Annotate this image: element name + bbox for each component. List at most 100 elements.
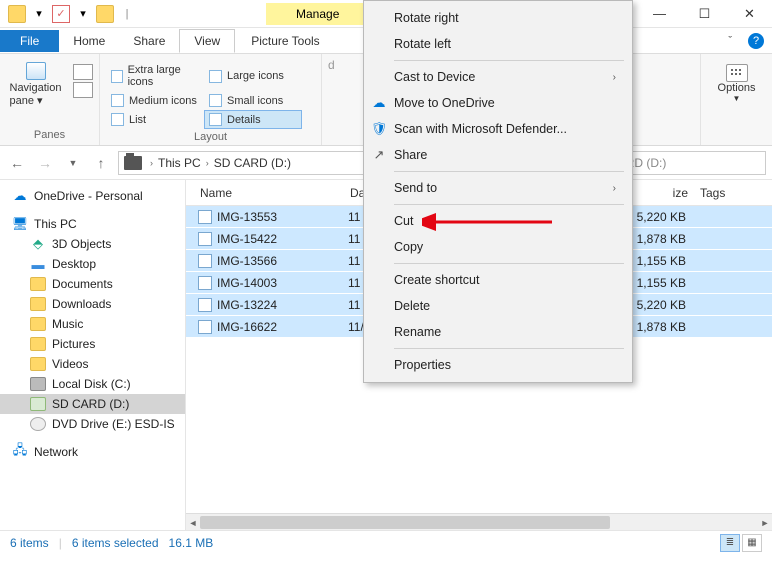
tab-home[interactable]: Home xyxy=(59,30,119,52)
column-name[interactable]: Name xyxy=(194,186,344,200)
preview-pane-icon[interactable] xyxy=(73,64,93,80)
help-icon[interactable]: ? xyxy=(748,33,764,49)
share-icon: ↗ xyxy=(370,146,388,164)
ctx-separator xyxy=(394,204,624,205)
maximize-button[interactable]: ☐ xyxy=(682,0,727,28)
pictures-icon xyxy=(30,337,46,351)
horizontal-scrollbar[interactable]: ◄ ► xyxy=(186,513,772,530)
status-size: 16.1 MB xyxy=(169,536,214,550)
image-file-icon xyxy=(198,254,212,268)
tree-3d-objects[interactable]: ⬘3D Objects xyxy=(0,234,185,254)
music-icon xyxy=(30,317,46,331)
tree-this-pc[interactable]: 🖥This PC xyxy=(0,214,185,234)
view-small-icons[interactable]: Small icons xyxy=(204,91,302,110)
xl-icons-icon xyxy=(111,70,123,83)
group-layout-label: Layout xyxy=(106,129,315,143)
tab-file[interactable]: File xyxy=(0,30,59,52)
view-xlarge-icons[interactable]: Extra large icons xyxy=(106,61,204,91)
tree-dvd-drive[interactable]: DVD Drive (E:) ESD-IS xyxy=(0,414,185,434)
scroll-right-icon[interactable]: ► xyxy=(758,514,772,530)
tree-sd-card[interactable]: SD CARD (D:) xyxy=(0,394,185,414)
scroll-thumb[interactable] xyxy=(200,516,610,529)
qat-dropdown-icon[interactable]: ▾ xyxy=(74,5,92,23)
qat-dropdown-icon[interactable]: ▾ xyxy=(30,5,48,23)
group-panes-label: Panes xyxy=(6,127,93,141)
tab-picture-tools[interactable]: Picture Tools xyxy=(237,30,333,52)
md-icons-icon xyxy=(111,94,124,107)
image-file-icon xyxy=(198,232,212,246)
tab-share[interactable]: Share xyxy=(119,30,179,52)
details-pane-icon[interactable] xyxy=(73,82,93,98)
ctx-delete[interactable]: Delete xyxy=(364,293,632,319)
tree-local-disk-c[interactable]: Local Disk (C:) xyxy=(0,374,185,394)
minimize-button[interactable]: — xyxy=(637,0,682,28)
ctx-properties[interactable]: Properties xyxy=(364,352,632,378)
ctx-move-to-onedrive[interactable]: ☁Move to OneDrive xyxy=(364,90,632,116)
details-icon xyxy=(209,113,222,126)
close-button[interactable]: ✕ xyxy=(727,0,772,28)
chevron-right-icon[interactable]: › xyxy=(147,158,156,168)
view-large-icons[interactable]: Large icons xyxy=(204,61,302,91)
dvd-icon xyxy=(30,417,46,431)
image-file-icon xyxy=(198,298,212,312)
status-selected: 6 items selected xyxy=(72,536,159,550)
tree-documents[interactable]: Documents xyxy=(0,274,185,294)
shield-icon: 🛡 xyxy=(370,120,388,138)
ctx-separator xyxy=(394,263,624,264)
tree-music[interactable]: Music xyxy=(0,314,185,334)
view-list[interactable]: List xyxy=(106,110,204,129)
ctx-separator xyxy=(394,171,624,172)
file-name: IMG-13224 xyxy=(217,298,277,312)
tree-desktop[interactable]: ▬Desktop xyxy=(0,254,185,274)
onedrive-icon: ☁ xyxy=(12,189,28,203)
tab-view[interactable]: View xyxy=(179,29,235,53)
tree-pictures[interactable]: Pictures xyxy=(0,334,185,354)
documents-icon xyxy=(30,277,46,291)
column-tags[interactable]: Tags xyxy=(694,186,772,200)
ctx-send-to[interactable]: Send to› xyxy=(364,175,632,201)
lg-icons-icon xyxy=(209,70,222,83)
view-medium-icons[interactable]: Medium icons xyxy=(106,91,204,110)
details-view-icon[interactable]: ≣ xyxy=(720,534,740,552)
tree-videos[interactable]: Videos xyxy=(0,354,185,374)
ctx-copy[interactable]: Copy xyxy=(364,234,632,260)
ctx-rotate-left[interactable]: Rotate left xyxy=(364,31,632,57)
videos-icon xyxy=(30,357,46,371)
folder-icon[interactable] xyxy=(8,5,26,23)
recent-dropdown-icon[interactable]: ▼ xyxy=(62,152,84,174)
drive-icon xyxy=(124,156,142,170)
ctx-cast-to-device[interactable]: Cast to Device› xyxy=(364,64,632,90)
disk-icon xyxy=(30,377,46,391)
status-bar: 6 items | 6 items selected 16.1 MB ≣ ▦ xyxy=(0,530,772,554)
back-button[interactable]: ← xyxy=(6,152,28,174)
folder-icon[interactable] xyxy=(96,5,114,23)
view-details[interactable]: Details xyxy=(204,110,302,129)
navigation-tree[interactable]: ☁OneDrive - Personal 🖥This PC ⬘3D Object… xyxy=(0,180,186,530)
ctx-separator xyxy=(394,60,624,61)
context-menu: Rotate right Rotate left Cast to Device›… xyxy=(363,0,633,383)
manage-contextual-tab[interactable]: Manage xyxy=(266,3,369,25)
breadcrumb-this-pc[interactable]: This PC xyxy=(156,156,203,170)
ctx-rename[interactable]: Rename xyxy=(364,319,632,345)
forward-button[interactable]: → xyxy=(34,152,56,174)
ribbon-collapse-icon[interactable]: ˇ xyxy=(720,35,740,47)
ctx-create-shortcut[interactable]: Create shortcut xyxy=(364,267,632,293)
options-icon xyxy=(726,64,748,82)
status-items: 6 items xyxy=(10,536,49,550)
ctx-rotate-right[interactable]: Rotate right xyxy=(364,5,632,31)
file-name: IMG-13553 xyxy=(217,210,277,224)
tree-network[interactable]: 🖧Network xyxy=(0,442,185,462)
large-icons-view-icon[interactable]: ▦ xyxy=(742,534,762,552)
tree-onedrive[interactable]: ☁OneDrive - Personal xyxy=(0,186,185,206)
ctx-scan-defender[interactable]: 🛡Scan with Microsoft Defender... xyxy=(364,116,632,142)
options-button[interactable]: Options ▼ xyxy=(707,58,766,103)
breadcrumb-sd-card[interactable]: SD CARD (D:) xyxy=(212,156,293,170)
up-button[interactable]: ↑ xyxy=(90,152,112,174)
window-controls: — ☐ ✕ xyxy=(637,0,772,28)
scroll-left-icon[interactable]: ◄ xyxy=(186,514,200,530)
ctx-share[interactable]: ↗Share xyxy=(364,142,632,168)
checkbox-icon[interactable]: ✓ xyxy=(52,5,70,23)
chevron-right-icon[interactable]: › xyxy=(203,158,212,168)
navigation-pane-button[interactable]: Navigationpane ▾ xyxy=(6,58,65,107)
tree-downloads[interactable]: Downloads xyxy=(0,294,185,314)
